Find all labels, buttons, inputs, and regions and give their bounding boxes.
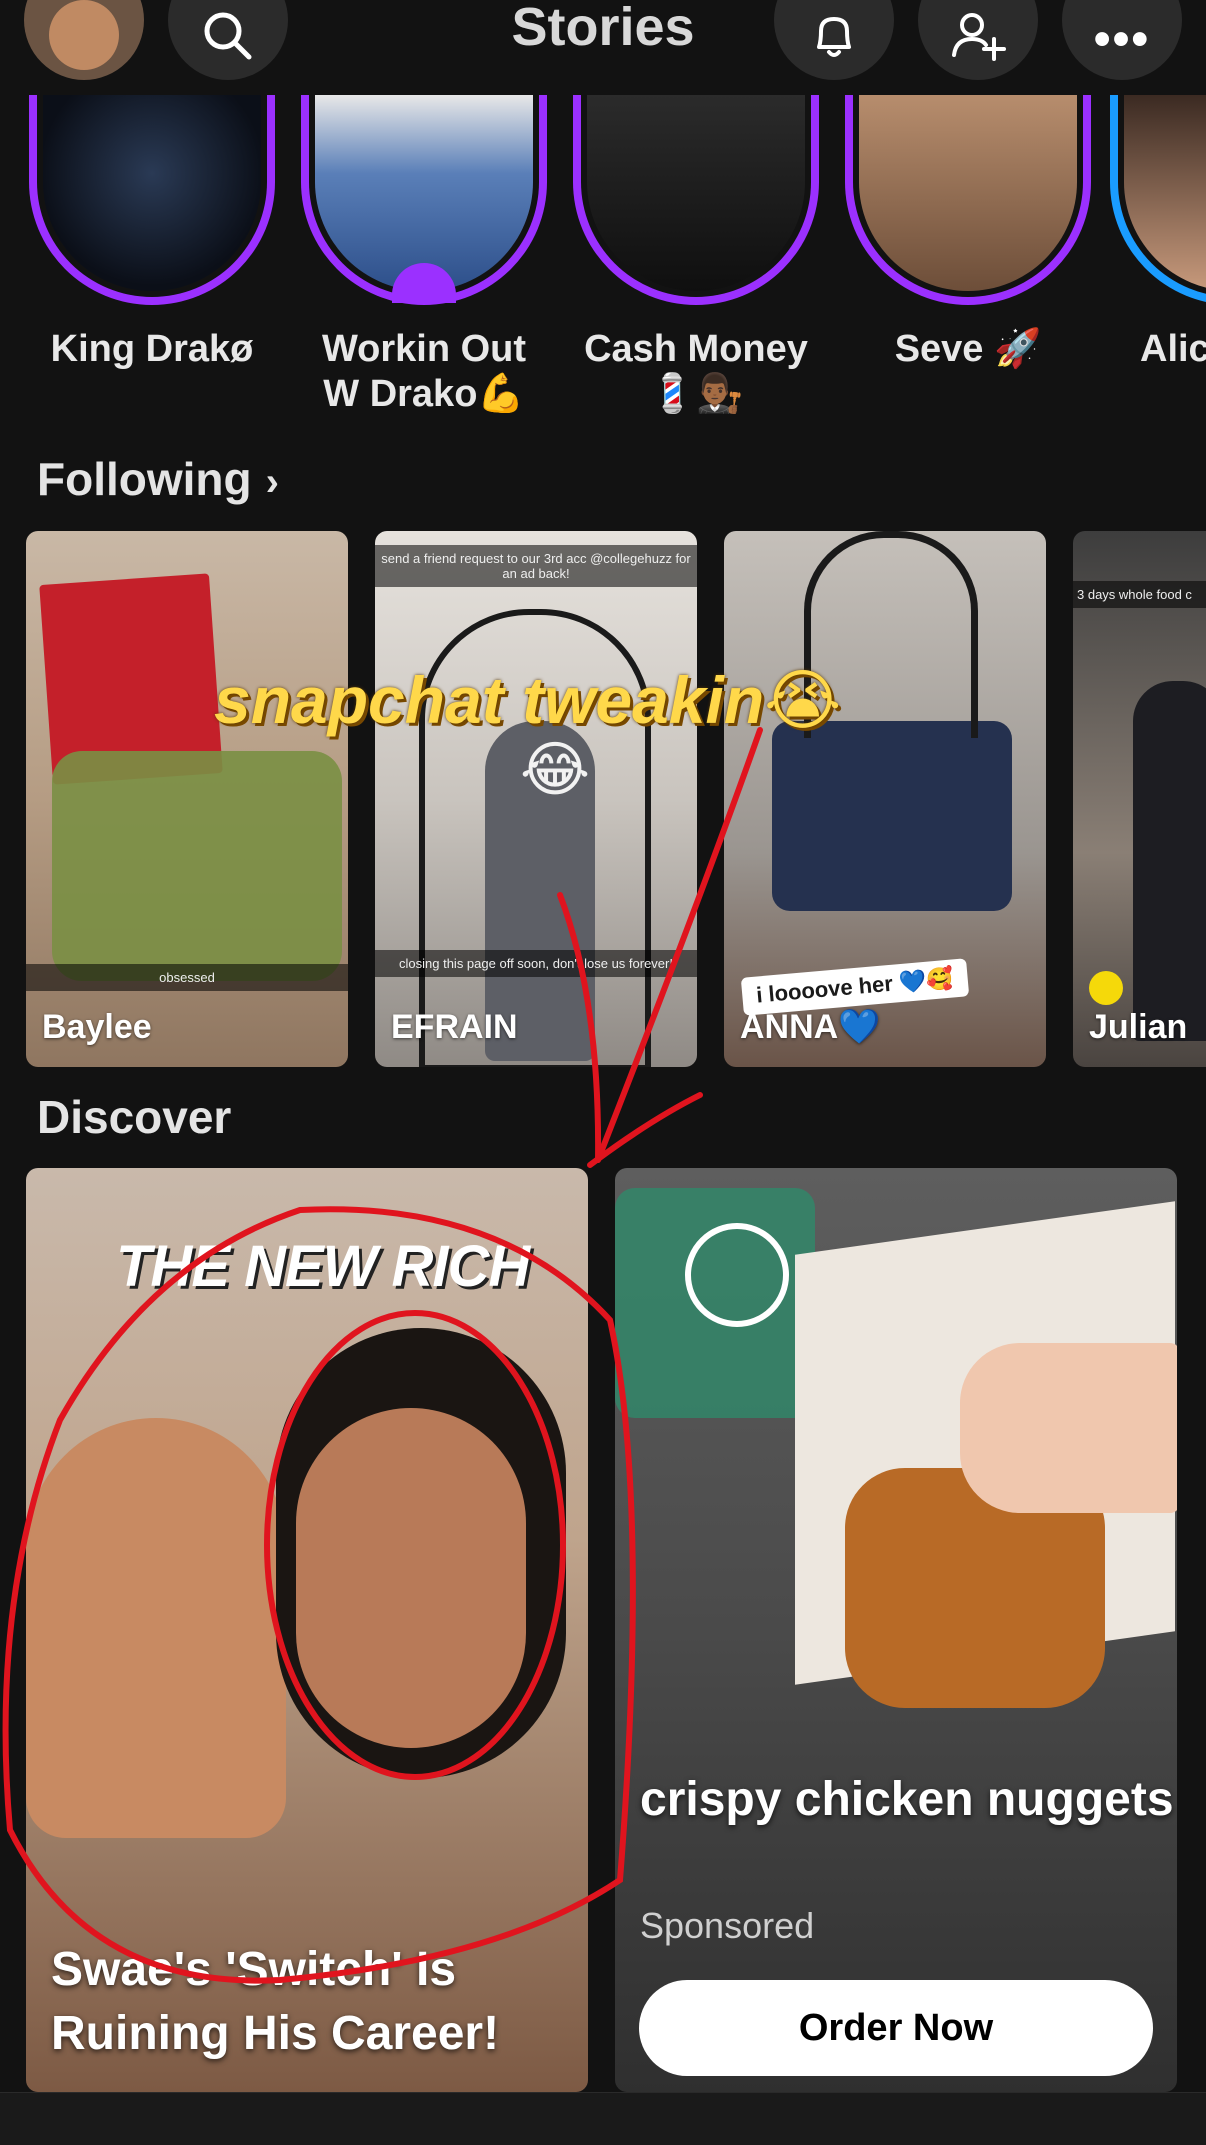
story-item[interactable]: Cash Money 💈👨🏾‍⚖️ [566,95,826,417]
card-caption-top: 3 days whole food c [1073,581,1206,608]
notifications-button[interactable] [774,0,894,80]
story-name: Seve 🚀 [894,328,1042,370]
story-name: Alic [1140,328,1206,370]
laughing-emoji: 😂 [520,736,591,803]
sponsored-label: Sponsored [640,1905,815,1946]
ad-headline: crispy chicken nuggets [640,1773,1174,1826]
publisher-logo: THE NEW RICH [116,1234,530,1299]
discover-headline: Swae's 'Switch' Is Ruining His Career! [51,1943,500,2060]
story-name: Workin Out W Drako💪 [321,328,527,415]
add-friend-icon [952,13,1006,61]
face-right [296,1408,526,1748]
following-title: Following [37,453,252,505]
overlay-caption: snapchat tweakin😭 [214,663,842,737]
handbag [772,721,1012,911]
star-badge-icon [1089,971,1123,1005]
following-card[interactable]: 3 days whole food c Julian [1073,531,1206,1067]
bell-icon [817,17,851,57]
food-bowl [52,751,342,981]
top-bar: Stories ••• [0,0,1206,90]
card-caption: obsessed [26,964,348,991]
story-ring [29,95,275,305]
card-caption-top: send a friend request to our 3rd acc @co… [375,545,697,587]
bottom-bar [0,2092,1206,2145]
face-left [26,1418,286,1838]
friends-stories-row: King Drakø Workin Out W Drako💪 Cash Mone… [0,95,1206,435]
story-item[interactable]: Alic [1110,95,1206,372]
sponsored-card[interactable]: crispy chicken nuggets Sponsored Order N… [615,1168,1177,2092]
story-ring [845,95,1091,305]
story-name: Cash Money 💈👨🏾‍⚖️ [584,328,808,415]
card-name: EFRAIN [391,1008,518,1046]
following-card[interactable]: obsessed Baylee [26,531,348,1067]
story-item[interactable]: Seve 🚀 [838,95,1098,372]
story-ring [301,95,547,305]
hand [960,1343,1177,1513]
more-options-button[interactable]: ••• [1062,0,1182,80]
story-name: King Drakø [50,328,254,370]
discover-card[interactable]: THE NEW RICH Swae's 'Switch' Is Ruining … [26,1168,588,2092]
brand-logo-icon [685,1223,789,1327]
card-name: Baylee [42,1008,152,1046]
story-item[interactable]: King Drakø [22,95,282,372]
more-icon: ••• [1093,12,1151,66]
discover-title: Discover [37,1091,232,1143]
order-now-button[interactable]: Order Now [639,1980,1153,2076]
chevron-right-icon: › [265,460,279,504]
card-caption-bottom: closing this page off soon, don't lose u… [375,950,697,977]
add-friend-button[interactable] [918,0,1038,80]
story-item[interactable]: Workin Out W Drako💪 [294,95,554,417]
following-section-header[interactable]: Following › [37,452,279,506]
person-figure [1133,681,1206,1041]
card-name: Julian [1089,1008,1188,1046]
story-ring [1110,95,1206,305]
story-ring [573,95,819,305]
